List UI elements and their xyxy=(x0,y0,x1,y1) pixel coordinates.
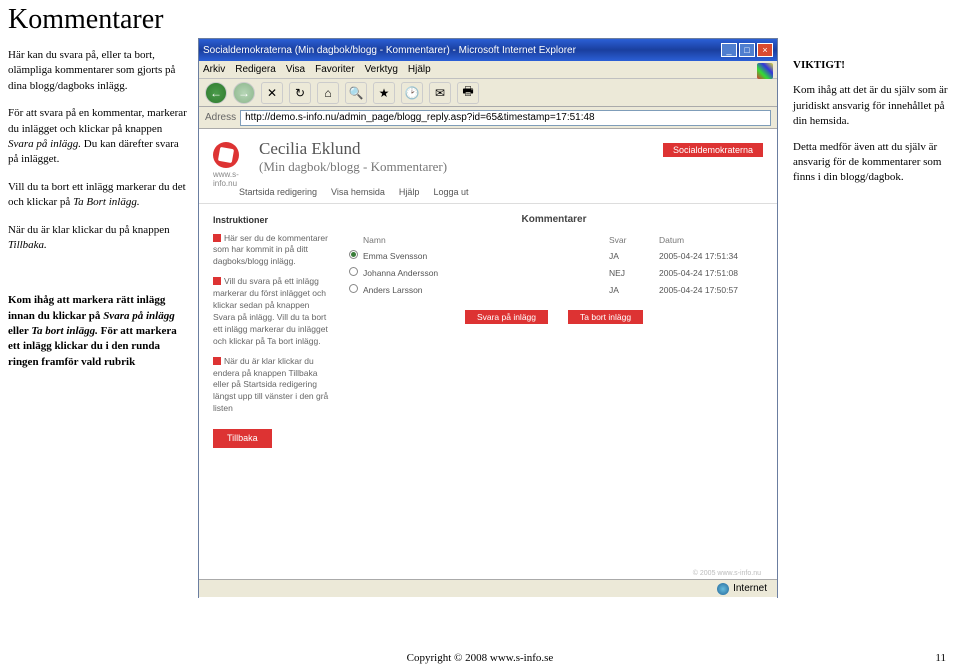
history-button[interactable]: 🕑 xyxy=(401,82,423,104)
content-footer: © 2005 www.s-info.nu xyxy=(693,570,761,577)
statusbar: Internet xyxy=(199,579,777,597)
radio-icon[interactable] xyxy=(349,250,358,259)
home-button[interactable]: ⌂ xyxy=(317,82,339,104)
comments-panel: Kommentarer Namn Svar Datum Emma Svensso… xyxy=(345,214,763,448)
tabort-button[interactable]: Ta bort inlägg xyxy=(568,310,643,324)
radio-icon[interactable] xyxy=(349,267,358,276)
comments-heading: Kommentarer xyxy=(345,214,763,225)
right-para-1: Kom ihåg att det är du själv som är juri… xyxy=(793,83,948,129)
page-number: 11 xyxy=(935,652,946,664)
status-text: Internet xyxy=(733,583,767,594)
radio-icon[interactable] xyxy=(349,284,358,293)
page-content: www.s-info.nu Cecilia Eklund (Min dagbok… xyxy=(199,129,777,599)
menubar: Arkiv Redigera Visa Favoriter Verktyg Hj… xyxy=(199,61,777,79)
stop-button[interactable]: ✕ xyxy=(261,82,283,104)
table-row[interactable]: Anders Larsson JA 2005-04-24 17:50:57 xyxy=(345,281,763,298)
address-label: Adress xyxy=(205,112,236,123)
nav-hjalp[interactable]: Hjälp xyxy=(399,187,420,197)
print-button[interactable]: 🖶 xyxy=(457,82,479,104)
maximize-button[interactable]: □ xyxy=(739,43,755,57)
browser-window: Socialdemokraterna (Min dagbok/blogg - K… xyxy=(198,38,778,598)
nav-logga-ut[interactable]: Logga ut xyxy=(433,187,468,197)
table-row[interactable]: Johanna Andersson NEJ 2005-04-24 17:51:0… xyxy=(345,264,763,281)
instructions-heading: Instruktioner xyxy=(213,214,333,227)
left-para-1: Här kan du svara på, eller ta bort, oläm… xyxy=(8,48,188,94)
party-tag: Socialdemokraterna xyxy=(663,143,763,157)
mail-button[interactable]: ✉ xyxy=(429,82,451,104)
left-para-3: Vill du ta bort ett inlägg markerar du d… xyxy=(8,180,188,211)
table-row[interactable]: Emma Svensson JA 2005-04-24 17:51:34 xyxy=(345,247,763,264)
site-logo-icon: www.s-info.nu xyxy=(213,142,249,172)
window-title: Socialdemokraterna (Min dagbok/blogg - K… xyxy=(203,45,721,56)
bullet-icon xyxy=(213,277,221,285)
page-title: Kommentarer xyxy=(8,4,164,36)
back-button[interactable]: ← xyxy=(205,82,227,104)
addressbar: Adress http://demo.s-info.nu/admin_page/… xyxy=(199,107,777,129)
admin-nav: Startsida redigering Visa hemsida Hjälp … xyxy=(199,181,777,204)
left-para-2: För att svara på en kommentar, markerar … xyxy=(8,106,188,168)
right-heading: VIKTIGT! xyxy=(793,58,948,73)
table-header: Namn Svar Datum xyxy=(345,233,763,247)
close-button[interactable]: × xyxy=(757,43,773,57)
left-instructions-column: Här kan du svara på, eller ta bort, oläm… xyxy=(8,48,188,382)
svara-button[interactable]: Svara på inlägg xyxy=(465,310,548,324)
page-subtitle: (Min dagbok/blogg - Kommentarer) xyxy=(259,159,447,175)
search-button[interactable]: 🔍 xyxy=(345,82,367,104)
toolbar: ← → ✕ ↻ ⌂ 🔍 ★ 🕑 ✉ 🖶 xyxy=(199,79,777,107)
right-para-2: Detta medför även att du själv är ansvar… xyxy=(793,140,948,186)
nav-startsida[interactable]: Startsida redigering xyxy=(239,187,317,197)
minimize-button[interactable]: _ xyxy=(721,43,737,57)
page-footer: Copyright © 2008 www.s-info.se xyxy=(0,652,960,664)
menu-visa[interactable]: Visa xyxy=(286,64,305,75)
forward-button[interactable]: → xyxy=(233,82,255,104)
tillbaka-button[interactable]: Tillbaka xyxy=(213,429,272,448)
menu-arkiv[interactable]: Arkiv xyxy=(203,64,225,75)
window-titlebar: Socialdemokraterna (Min dagbok/blogg - K… xyxy=(199,39,777,61)
menu-verktyg[interactable]: Verktyg xyxy=(365,64,398,75)
user-name: Cecilia Eklund xyxy=(259,139,447,159)
bullet-icon xyxy=(213,357,221,365)
menu-favoriter[interactable]: Favoriter xyxy=(315,64,354,75)
menu-redigera[interactable]: Redigera xyxy=(235,64,276,75)
left-para-4: När du är klar klickar du på knappen Til… xyxy=(8,223,188,254)
bullet-icon xyxy=(213,234,221,242)
right-important-column: VIKTIGT! Kom ihåg att det är du själv so… xyxy=(793,58,948,196)
menu-hjalp[interactable]: Hjälp xyxy=(408,64,431,75)
left-para-5: Kom ihåg att markera rätt inlägg innan d… xyxy=(8,293,188,370)
instructions-panel: Instruktioner Här ser du de kommentarer … xyxy=(213,214,333,448)
nav-visa-hemsida[interactable]: Visa hemsida xyxy=(331,187,385,197)
address-field[interactable]: http://demo.s-info.nu/admin_page/blogg_r… xyxy=(240,110,771,126)
internet-zone-icon xyxy=(717,583,729,595)
refresh-button[interactable]: ↻ xyxy=(289,82,311,104)
favorites-button[interactable]: ★ xyxy=(373,82,395,104)
windows-logo-icon xyxy=(757,63,773,79)
